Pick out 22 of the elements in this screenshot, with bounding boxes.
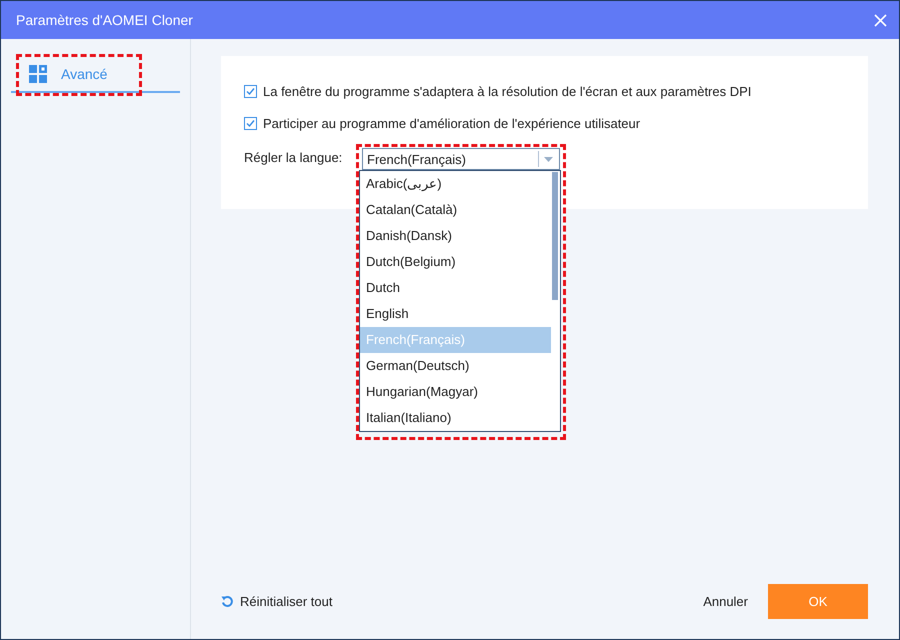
- caret-icon: [544, 156, 553, 162]
- language-option[interactable]: English: [360, 301, 551, 327]
- language-option[interactable]: Hungarian(Magyar): [360, 379, 551, 405]
- option-label: Participer au programme d'amélioration de l'expérience utilisateur: [263, 116, 640, 131]
- language-label: Régler la langue:: [244, 150, 344, 165]
- language-dropdown[interactable]: French(Français): [362, 148, 560, 170]
- checkbox[interactable]: [244, 85, 257, 98]
- language-option[interactable]: German(Deutsch): [360, 353, 551, 379]
- option-label: La fenêtre du programme s'adaptera à la résolution de l'écran et aux paramètres DPI: [263, 84, 752, 99]
- language-option[interactable]: Dutch: [360, 275, 551, 301]
- cancel-button[interactable]: Annuler: [701, 586, 750, 617]
- reset-icon: [221, 595, 234, 608]
- reset-link[interactable]: Réinitialiser tout: [221, 594, 332, 609]
- language-option[interactable]: Catalan(Català): [360, 197, 551, 223]
- language-option[interactable]: Danish(Dansk): [360, 223, 551, 249]
- close-icon[interactable]: [874, 14, 887, 26]
- language-option[interactable]: Italian(Italiano): [360, 405, 551, 431]
- grid-icon: [29, 65, 47, 83]
- checkbox[interactable]: [244, 117, 257, 130]
- language-option[interactable]: Dutch(Belgium): [360, 249, 551, 275]
- window-title: Paramètres d'AOMEI Cloner: [16, 12, 193, 28]
- language-option[interactable]: Arabic(عربى): [360, 171, 551, 197]
